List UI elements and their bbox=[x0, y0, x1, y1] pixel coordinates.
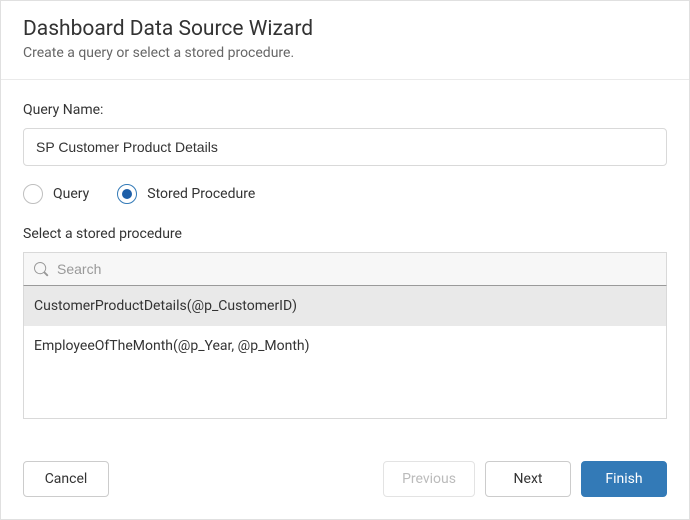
dialog-footer: Cancel Previous Next Finish bbox=[1, 441, 689, 519]
query-name-input[interactable] bbox=[23, 128, 667, 166]
radio-option-query[interactable]: Query bbox=[23, 184, 89, 204]
cancel-button[interactable]: Cancel bbox=[23, 461, 109, 497]
finish-button[interactable]: Finish bbox=[581, 461, 667, 497]
query-type-radio-group: Query Stored Procedure bbox=[23, 184, 667, 204]
stored-procedure-list[interactable]: CustomerProductDetails(@p_CustomerID) Em… bbox=[23, 286, 667, 419]
search-icon bbox=[34, 262, 49, 277]
radio-circle-stored-procedure bbox=[117, 184, 137, 204]
stored-procedure-label: Select a stored procedure bbox=[23, 226, 667, 242]
query-name-label: Query Name: bbox=[23, 102, 667, 118]
list-item[interactable]: EmployeeOfTheMonth(@p_Year, @p_Month) bbox=[24, 326, 666, 366]
radio-label-query: Query bbox=[53, 186, 89, 202]
dialog-subtitle: Create a query or select a stored proced… bbox=[23, 45, 667, 61]
dialog-title: Dashboard Data Source Wizard bbox=[23, 17, 667, 41]
search-input[interactable] bbox=[57, 261, 656, 277]
radio-circle-query bbox=[23, 184, 43, 204]
search-box[interactable] bbox=[23, 252, 667, 286]
dialog-body: Query Name: Query Stored Procedure Selec… bbox=[1, 80, 689, 441]
radio-option-stored-procedure[interactable]: Stored Procedure bbox=[117, 184, 255, 204]
previous-button: Previous bbox=[383, 461, 475, 497]
wizard-dialog: Dashboard Data Source Wizard Create a qu… bbox=[0, 0, 690, 520]
dialog-header: Dashboard Data Source Wizard Create a qu… bbox=[1, 1, 689, 80]
list-item[interactable]: CustomerProductDetails(@p_CustomerID) bbox=[24, 286, 666, 326]
radio-label-stored-procedure: Stored Procedure bbox=[147, 186, 255, 202]
next-button[interactable]: Next bbox=[485, 461, 571, 497]
